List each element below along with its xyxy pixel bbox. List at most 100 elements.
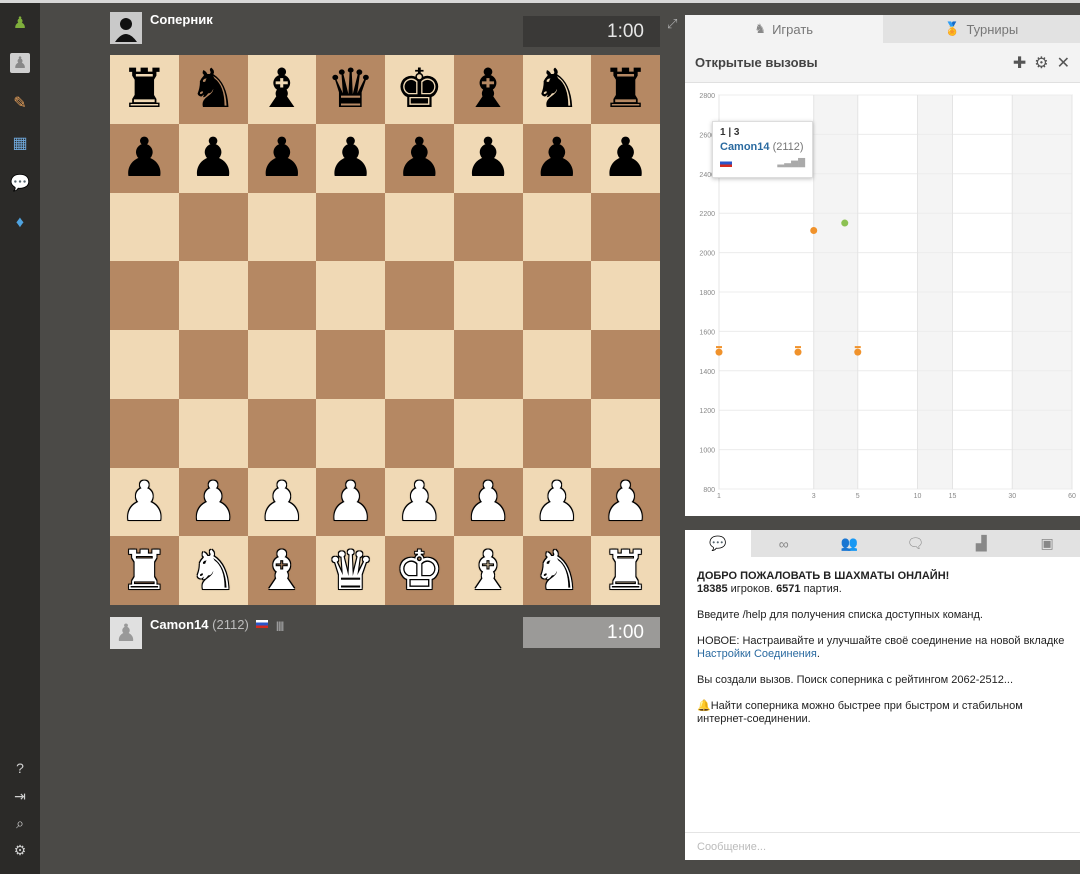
square-g4[interactable] [522, 330, 592, 399]
gear-icon[interactable]: ⚙ [1034, 53, 1048, 73]
square-d7[interactable]: ♟ [316, 123, 385, 193]
black-piece[interactable]: ♟ [189, 131, 237, 185]
black-piece[interactable]: ♟ [464, 131, 512, 185]
square-h7[interactable]: ♟ [591, 123, 660, 193]
board-lessons-icon[interactable]: ▦ [10, 133, 30, 153]
square-f8[interactable]: ♝ [453, 55, 523, 124]
square-e6[interactable] [385, 192, 454, 262]
pawn-home-icon[interactable]: ♟ [10, 13, 30, 33]
white-piece[interactable]: ♟ [464, 474, 512, 529]
square-a3[interactable] [110, 398, 179, 468]
white-piece[interactable]: ♟ [601, 474, 649, 529]
diamond-icon[interactable]: ♦ [10, 213, 30, 233]
white-piece[interactable]: ♞ [533, 543, 581, 598]
square-e2[interactable]: ♟ [385, 467, 454, 537]
square-h3[interactable] [591, 398, 660, 468]
black-piece[interactable]: ♞ [533, 62, 581, 116]
white-piece[interactable]: ♟ [533, 474, 581, 529]
square-g7[interactable]: ♟ [522, 123, 592, 193]
square-d1[interactable]: ♛ [316, 536, 385, 605]
black-piece[interactable]: ♝ [464, 62, 512, 116]
square-g2[interactable]: ♟ [522, 467, 592, 537]
square-a6[interactable] [110, 192, 179, 262]
black-piece[interactable]: ♟ [326, 131, 374, 185]
folder-icon[interactable]: ▣ [1014, 530, 1080, 557]
square-a4[interactable] [110, 330, 179, 399]
white-piece[interactable]: ♝ [464, 543, 512, 598]
chat-input[interactable] [685, 832, 1080, 860]
square-c8[interactable]: ♝ [247, 55, 317, 124]
pawn-play-icon[interactable]: ♟ [10, 53, 30, 73]
square-h1[interactable]: ♜ [591, 536, 660, 605]
square-h2[interactable]: ♟ [591, 467, 660, 537]
search-icon[interactable]: ⌕ [10, 813, 30, 833]
square-h4[interactable] [591, 330, 660, 399]
square-h5[interactable] [591, 261, 660, 330]
leaderboard-icon[interactable]: ▟ [948, 530, 1014, 557]
messages-icon[interactable]: 🗨 [882, 530, 948, 557]
square-d8[interactable]: ♛ [316, 55, 385, 124]
puzzle-icon[interactable]: ✎ [10, 93, 30, 113]
square-d4[interactable] [316, 330, 385, 399]
tab-tournaments[interactable]: 🏅 Турниры [882, 15, 1080, 43]
square-c7[interactable]: ♟ [247, 123, 317, 193]
square-f6[interactable] [453, 192, 523, 262]
friends-icon[interactable]: 👥 [817, 530, 883, 557]
black-piece[interactable]: ♟ [258, 131, 306, 185]
square-e8[interactable]: ♚ [385, 55, 454, 124]
connection-settings-link[interactable]: Настройки Соединения [697, 648, 817, 660]
logout-icon[interactable]: ⇥ [10, 786, 30, 806]
square-e1[interactable]: ♚ [385, 536, 454, 605]
white-piece[interactable]: ♞ [189, 543, 237, 598]
square-c3[interactable] [247, 398, 317, 468]
black-piece[interactable]: ♛ [326, 62, 374, 116]
black-piece[interactable]: ♜ [601, 62, 649, 116]
square-b2[interactable]: ♟ [178, 467, 248, 537]
square-f2[interactable]: ♟ [453, 467, 523, 537]
black-piece[interactable]: ♜ [120, 62, 168, 116]
square-b7[interactable]: ♟ [178, 123, 248, 193]
square-h8[interactable]: ♜ [591, 55, 660, 124]
white-piece[interactable]: ♜ [120, 543, 168, 598]
binoculars-icon[interactable]: ∞ [751, 530, 817, 557]
black-piece[interactable]: ♟ [533, 131, 581, 185]
square-f3[interactable] [453, 398, 523, 468]
square-g3[interactable] [522, 398, 592, 468]
square-b6[interactable] [178, 192, 248, 262]
square-f5[interactable] [453, 261, 523, 330]
black-piece[interactable]: ♟ [601, 131, 649, 185]
square-c6[interactable] [247, 192, 317, 262]
square-c5[interactable] [247, 261, 317, 330]
help-icon[interactable]: ? [10, 758, 30, 778]
white-piece[interactable]: ♟ [326, 474, 374, 529]
close-icon[interactable]: ✕ [1057, 53, 1070, 73]
expand-icon[interactable]: ⤢ [667, 16, 677, 32]
white-piece[interactable]: ♜ [601, 543, 649, 598]
settings-gear-icon[interactable]: ⚙ [10, 840, 30, 860]
square-e4[interactable] [385, 330, 454, 399]
square-f4[interactable] [453, 330, 523, 399]
square-d2[interactable]: ♟ [316, 467, 385, 537]
square-b1[interactable]: ♞ [178, 536, 248, 605]
white-piece[interactable]: ♟ [258, 474, 306, 529]
square-h6[interactable] [591, 192, 660, 262]
square-f7[interactable]: ♟ [453, 123, 523, 193]
square-e3[interactable] [385, 398, 454, 468]
square-a8[interactable]: ♜ [110, 55, 179, 124]
white-piece[interactable]: ♚ [395, 543, 443, 598]
black-piece[interactable]: ♚ [395, 62, 443, 116]
black-piece[interactable]: ♝ [258, 62, 306, 116]
black-piece[interactable]: ♟ [120, 131, 168, 185]
square-c2[interactable]: ♟ [247, 467, 317, 537]
square-g5[interactable] [522, 261, 592, 330]
square-a1[interactable]: ♜ [110, 536, 179, 605]
white-piece[interactable]: ♛ [326, 543, 374, 598]
square-g8[interactable]: ♞ [522, 55, 592, 124]
square-a2[interactable]: ♟ [110, 467, 179, 537]
square-d6[interactable] [316, 192, 385, 262]
square-c4[interactable] [247, 330, 317, 399]
white-piece[interactable]: ♝ [258, 543, 306, 598]
white-piece[interactable]: ♟ [189, 474, 237, 529]
square-b5[interactable] [178, 261, 248, 330]
square-a7[interactable]: ♟ [110, 123, 179, 193]
